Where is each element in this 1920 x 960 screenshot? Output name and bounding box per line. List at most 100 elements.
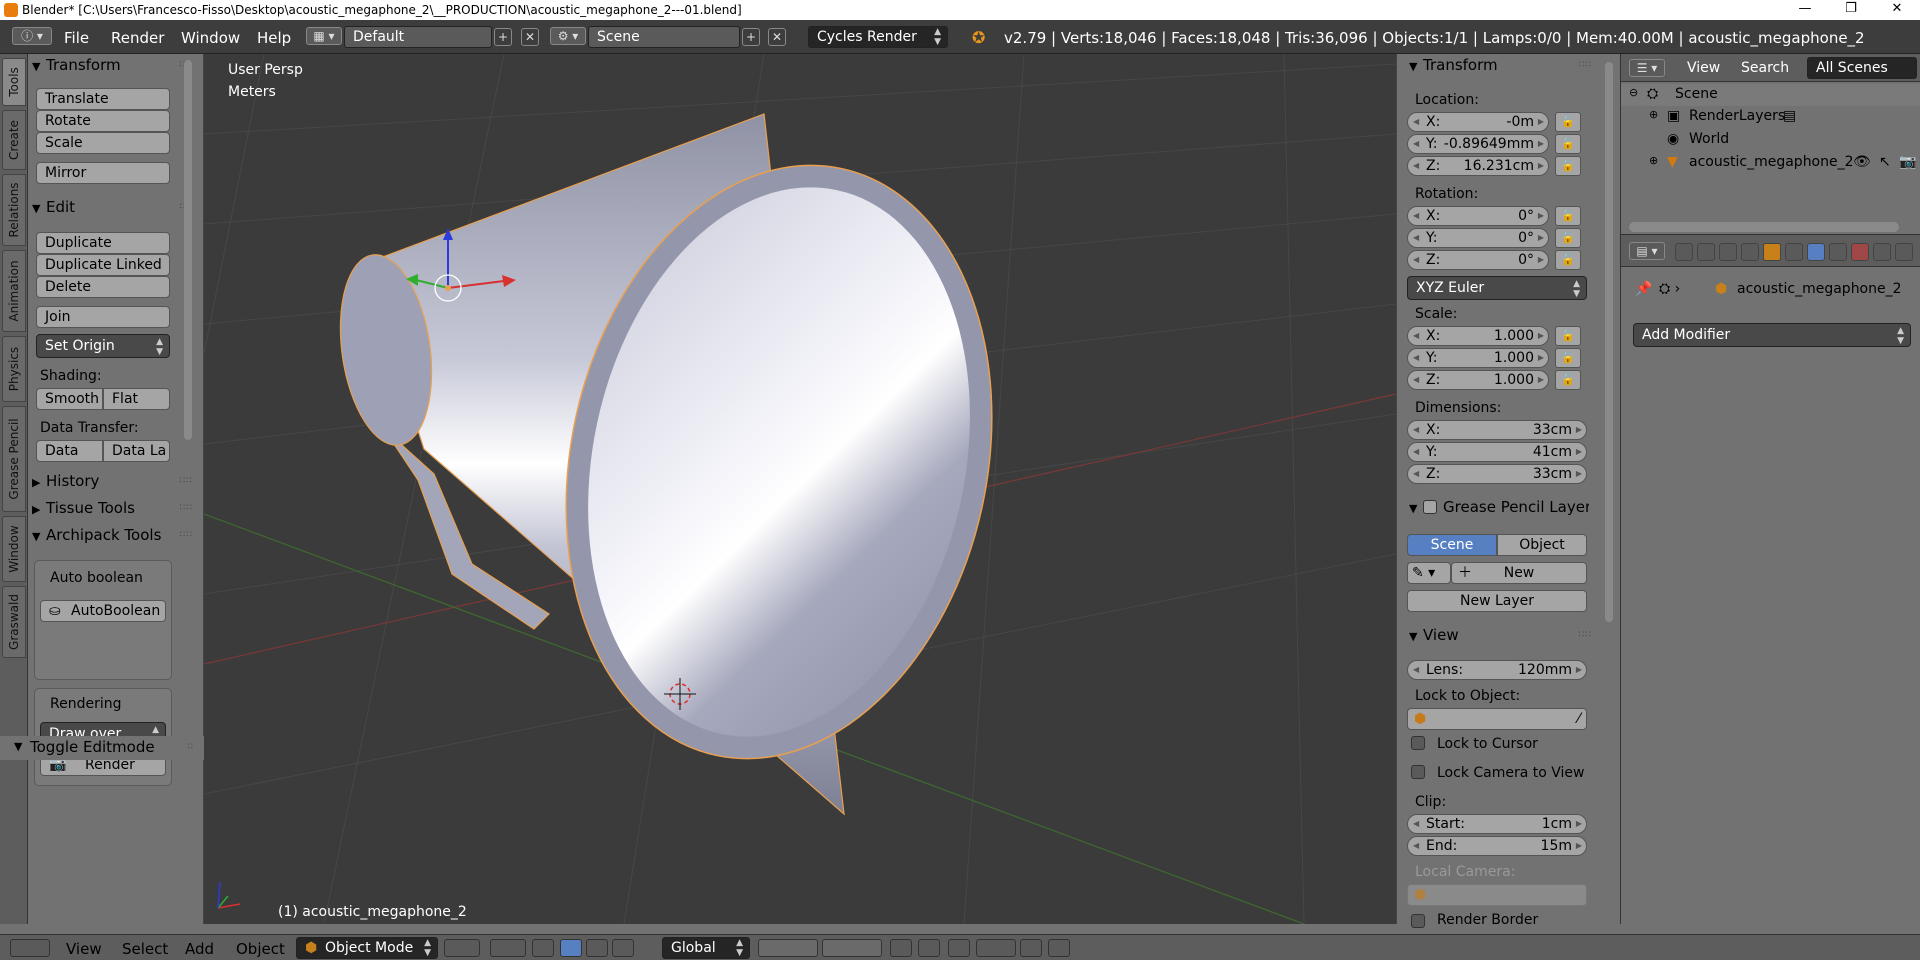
menu-select[interactable]: Select <box>122 940 168 958</box>
new-layer-button[interactable]: New Layer <box>1407 590 1587 612</box>
increment-arrow-icon[interactable]: ▶ <box>1538 251 1544 269</box>
clip-end-field[interactable]: ◀ End: 15m ▶ <box>1407 836 1587 856</box>
increment-arrow-icon[interactable]: ▶ <box>1538 207 1544 225</box>
outliner-hscrollbar[interactable] <box>1629 222 1899 232</box>
new-grease-button[interactable]: ＋ New <box>1451 562 1587 584</box>
decrement-arrow-icon[interactable]: ◀ <box>1413 837 1419 855</box>
constraints-tab-icon[interactable] <box>1785 243 1803 261</box>
view-panel-header[interactable]: ▼ View <box>1409 626 1459 646</box>
texture-tab-icon[interactable] <box>1873 243 1891 261</box>
rotation-z-field[interactable]: ◀ Z: 0° ▶ <box>1407 250 1549 270</box>
lens-field[interactable]: ◀ Lens: 120mm ▶ <box>1407 660 1587 680</box>
location-x-field[interactable]: ◀ X: -0m ▶ <box>1407 112 1549 132</box>
dimensions-z-field[interactable]: ◀ Z: 33cm ▶ <box>1407 464 1587 484</box>
decrement-arrow-icon[interactable]: ◀ <box>1413 661 1419 679</box>
rotate-button[interactable]: Rotate <box>36 110 170 132</box>
decrement-arrow-icon[interactable]: ◀ <box>1413 251 1419 269</box>
scene-select[interactable]: Scene <box>588 26 740 48</box>
menu-help[interactable]: Help <box>257 29 291 47</box>
maximize-button[interactable]: ❐ <box>1828 0 1874 20</box>
megaphone-object[interactable] <box>329 113 1045 816</box>
screen-layout-select[interactable]: Default <box>344 26 492 48</box>
local-camera-field[interactable]: ⬢ <box>1407 884 1587 906</box>
tissue-panel-header[interactable]: ▶ Tissue Tools <box>32 499 135 519</box>
layer-lock-icon[interactable] <box>890 939 912 957</box>
panel-grip-icon[interactable]: ∷∷ <box>180 476 193 486</box>
increment-arrow-icon[interactable]: ▶ <box>1538 135 1544 153</box>
scale-manipulator-icon[interactable] <box>612 939 634 957</box>
duplicate-linked-button[interactable]: Duplicate Linked <box>36 254 170 276</box>
dimensions-x-field[interactable]: ◀ X: 33cm ▶ <box>1407 420 1587 440</box>
lock-icon[interactable]: 🔓 <box>1555 348 1581 368</box>
eyedropper-icon[interactable]: ⁄ <box>1578 709 1580 729</box>
transform-panel-header[interactable]: ▼ Transform <box>1409 56 1498 76</box>
pencil-icon[interactable]: ✎ ▾ <box>1407 562 1451 584</box>
manipulator-toggle-icon[interactable] <box>532 939 554 957</box>
grease-pencil-panel-header[interactable]: ▼ Grease Pencil Layer <box>1409 498 1589 518</box>
pin-icon[interactable]: 📌 <box>1635 281 1652 297</box>
tab-physics[interactable]: Physics <box>2 336 26 402</box>
tab-animation[interactable]: Animation <box>2 250 26 332</box>
add-layout-icon[interactable]: + <box>494 28 512 46</box>
renderlayers-tab-icon[interactable] <box>1697 243 1715 261</box>
collapse-icon[interactable]: ⊖ <box>1629 86 1638 99</box>
menu-render[interactable]: Render <box>111 29 164 47</box>
lock-icon[interactable]: 🔓 <box>1555 156 1581 176</box>
decrement-arrow-icon[interactable]: ◀ <box>1413 421 1419 439</box>
rotation-y-field[interactable]: ◀ Y: 0° ▶ <box>1407 228 1549 248</box>
lock-to-cursor-checkbox[interactable] <box>1411 736 1425 750</box>
properties-shelf-scrollbar[interactable] <box>1602 54 1616 924</box>
data-la-button[interactable]: Data La <box>103 440 170 462</box>
grease-scene-toggle[interactable]: Scene <box>1407 534 1497 556</box>
archipack-panel-header[interactable]: ▼ Archipack Tools <box>32 526 182 546</box>
snap-element-icon[interactable] <box>976 939 1016 957</box>
decrement-arrow-icon[interactable]: ◀ <box>1413 113 1419 131</box>
outliner-row-world[interactable]: ◉ World <box>1621 129 1920 151</box>
scale-z-field[interactable]: ◀ Z: 1.000 ▶ <box>1407 370 1549 390</box>
smooth-button[interactable]: Smooth <box>36 388 103 410</box>
panel-grip-icon[interactable]: ∷ <box>187 742 194 752</box>
eye-icon[interactable]: 👁 <box>1853 154 1871 170</box>
menu-object[interactable]: Object <box>236 940 285 958</box>
scale-y-field[interactable]: ◀ Y: 1.000 ▶ <box>1407 348 1549 368</box>
increment-arrow-icon[interactable]: ▶ <box>1538 113 1544 131</box>
viewport-canvas[interactable] <box>204 54 1396 924</box>
expand-icon[interactable]: ⊕ <box>1649 108 1658 121</box>
increment-arrow-icon[interactable]: ▶ <box>1538 327 1544 345</box>
editor-type-info-icon[interactable]: ⓘ ▾ <box>12 27 52 45</box>
outliner-row-object[interactable]: ⊕ ▼ acoustic_megaphone_2 👁 ↖ 📷 <box>1621 152 1920 174</box>
minimize-button[interactable]: — <box>1782 0 1828 20</box>
material-tab-icon[interactable] <box>1851 243 1869 261</box>
outliner-view-menu[interactable]: View <box>1687 60 1720 76</box>
world-tab-icon[interactable] <box>1741 243 1759 261</box>
tab-window[interactable]: Window <box>2 516 26 582</box>
scene-icon[interactable]: ⚙ ▾ <box>550 27 586 45</box>
lock-camera-checkbox[interactable] <box>1411 765 1425 779</box>
add-modifier-select[interactable]: Add Modifier ▲ ▼ <box>1633 323 1911 347</box>
outliner-display-select[interactable]: All Scenes <box>1807 57 1917 79</box>
outliner-editor-icon[interactable]: ☰ ▾ <box>1629 59 1665 77</box>
set-origin-select[interactable]: Set Origin ▲ ▼ <box>36 334 170 358</box>
snap-icon[interactable] <box>948 939 970 957</box>
opengl-render-icon[interactable] <box>1020 939 1042 957</box>
mode-select[interactable]: ⬢ Object Mode ▲ ▼ <box>296 937 438 959</box>
translate-manipulator-icon[interactable] <box>560 939 582 957</box>
viewport-shading-icon[interactable] <box>444 939 480 957</box>
lock-icon[interactable]: 🔓 <box>1555 206 1581 226</box>
screen-layout-icon[interactable]: ▦ ▾ <box>306 27 342 45</box>
decrement-arrow-icon[interactable]: ◀ <box>1413 349 1419 367</box>
scrollbar-thumb[interactable] <box>1605 62 1613 622</box>
increment-arrow-icon[interactable]: ▶ <box>1576 815 1582 833</box>
duplicate-button[interactable]: Duplicate <box>36 232 170 254</box>
increment-arrow-icon[interactable]: ▶ <box>1576 661 1582 679</box>
grease-object-toggle[interactable]: Object <box>1497 534 1587 556</box>
panel-grip-icon[interactable]: ∷∷ <box>180 503 193 513</box>
add-scene-icon[interactable]: + <box>742 28 760 46</box>
history-panel-header[interactable]: ▶ History <box>32 472 99 492</box>
3d-viewport[interactable]: User Persp Meters (1) acoustic_megaphone… <box>204 54 1396 924</box>
increment-arrow-icon[interactable]: ▶ <box>1538 157 1544 175</box>
opengl-animation-icon[interactable] <box>1048 939 1070 957</box>
remove-scene-icon[interactable]: ✕ <box>768 28 786 46</box>
mirror-button[interactable]: Mirror <box>36 162 170 184</box>
scale-button[interactable]: Scale <box>36 132 170 154</box>
